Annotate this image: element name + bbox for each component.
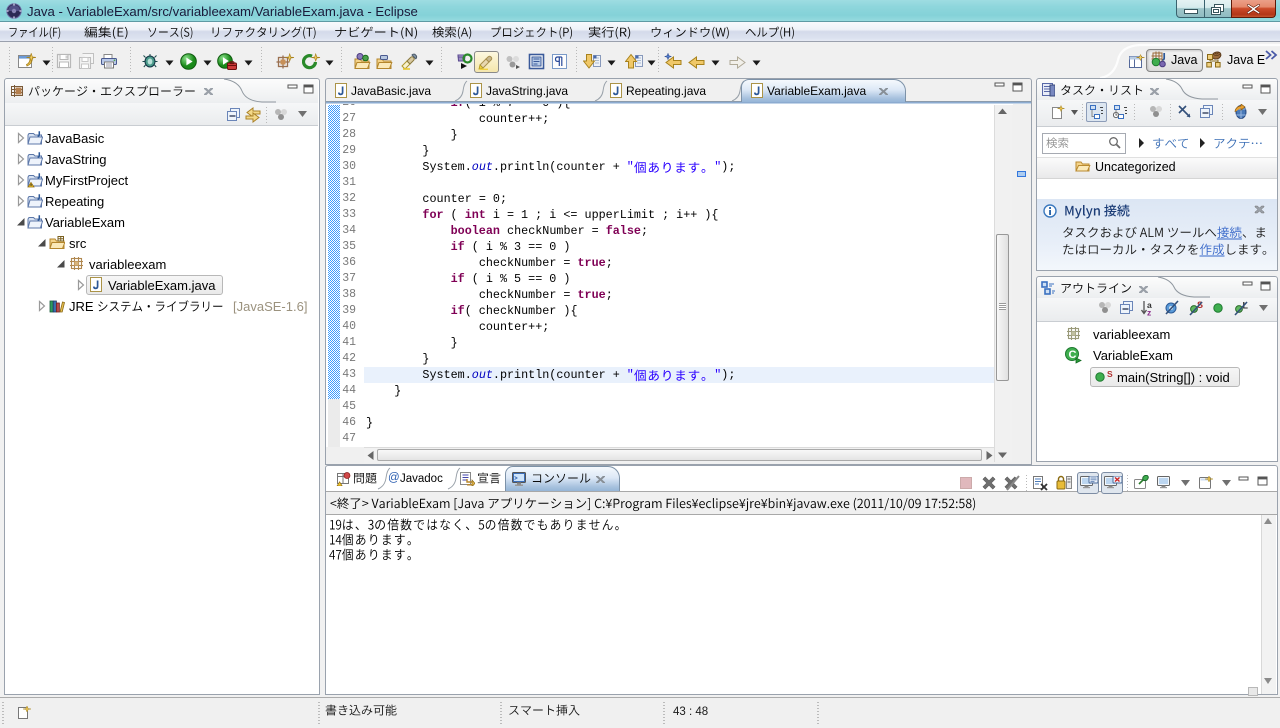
svg-text:C: C xyxy=(1069,349,1077,361)
svg-text:z: z xyxy=(1147,308,1151,317)
